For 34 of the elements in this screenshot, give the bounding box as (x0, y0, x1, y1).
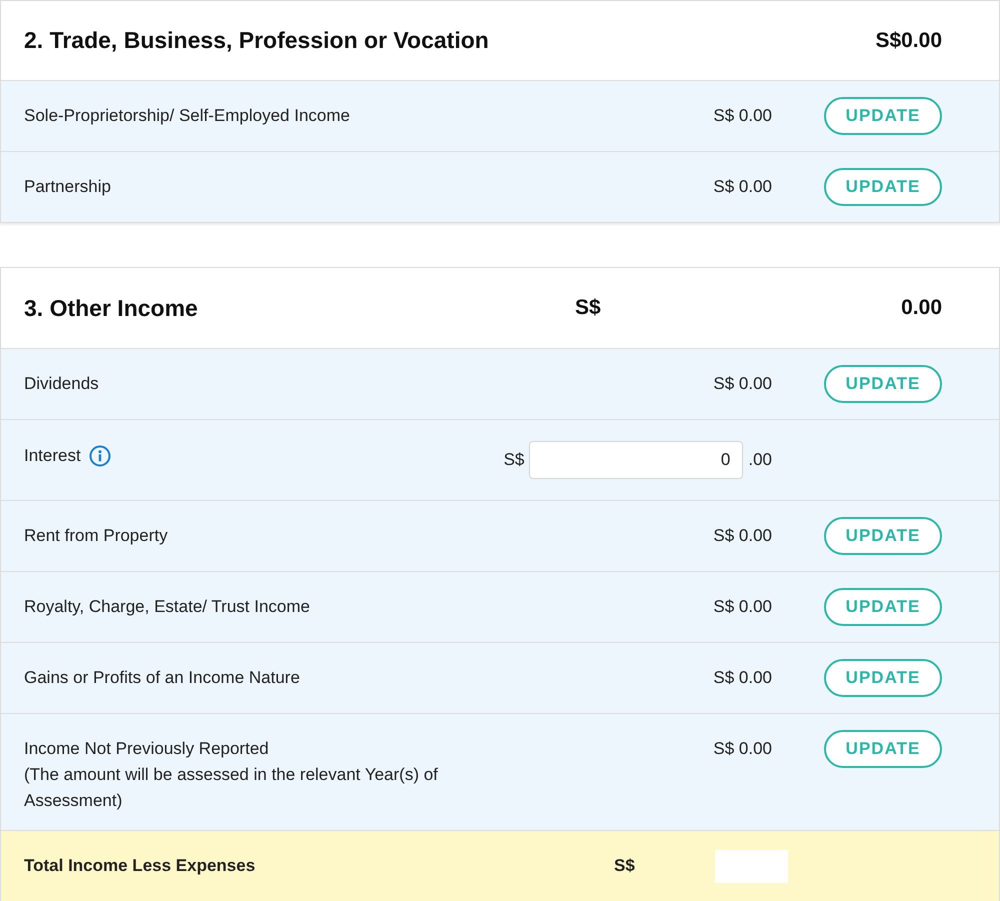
update-button[interactable]: UPDATE (824, 730, 942, 768)
update-button[interactable]: UPDATE (824, 168, 942, 206)
row-amount: S$ 0.00 (713, 596, 772, 618)
row-note: (The amount will be assessed in the relevant Year(s) of Assessment) (24, 764, 439, 812)
row-label: Sole-Proprietorship/ Self-Employed Income (24, 105, 350, 127)
row-amount: S$ 0.00 (713, 373, 772, 395)
currency-label: S$ (575, 296, 602, 320)
row-amount: S$ 0.00 (713, 667, 772, 689)
section-title: 2. Trade, Business, Profession or Vocation (24, 27, 490, 54)
section-total: S$0.00 (875, 28, 942, 52)
update-button[interactable]: UPDATE (824, 517, 942, 555)
row-amount: S$ 0.00 (713, 176, 772, 198)
row-amount: S$ 0.00 (713, 105, 772, 127)
row-label: Royalty, Charge, Estate/ Trust Income (24, 596, 310, 618)
row-label: Partnership (24, 176, 111, 198)
section-title: 3. Other Income (24, 294, 199, 322)
update-button[interactable]: UPDATE (824, 97, 942, 135)
info-icon[interactable] (88, 445, 111, 467)
update-button[interactable]: UPDATE (824, 659, 942, 697)
row-label: Income Not Previously Reported (24, 738, 269, 760)
currency-label: S$ (504, 450, 524, 470)
amount-input-field[interactable]: 0 (529, 441, 744, 479)
row-label: Interest (24, 445, 81, 467)
row-label: Rent from Property (24, 525, 168, 547)
row-amount: S$ 0.00 (713, 525, 772, 547)
currency-label: S$ (614, 856, 634, 876)
row-label: Dividends (24, 373, 99, 395)
section-total: 0.00 (900, 296, 942, 320)
row-label: Gains or Profits of an Income Nature (24, 667, 300, 689)
update-button[interactable]: UPDATE (824, 588, 942, 626)
row-amount: S$ 0.00 (713, 738, 772, 760)
total-label: Total Income Less Expenses (24, 856, 256, 876)
decimal-suffix: .00 (748, 450, 772, 470)
update-button[interactable]: UPDATE (824, 365, 942, 403)
